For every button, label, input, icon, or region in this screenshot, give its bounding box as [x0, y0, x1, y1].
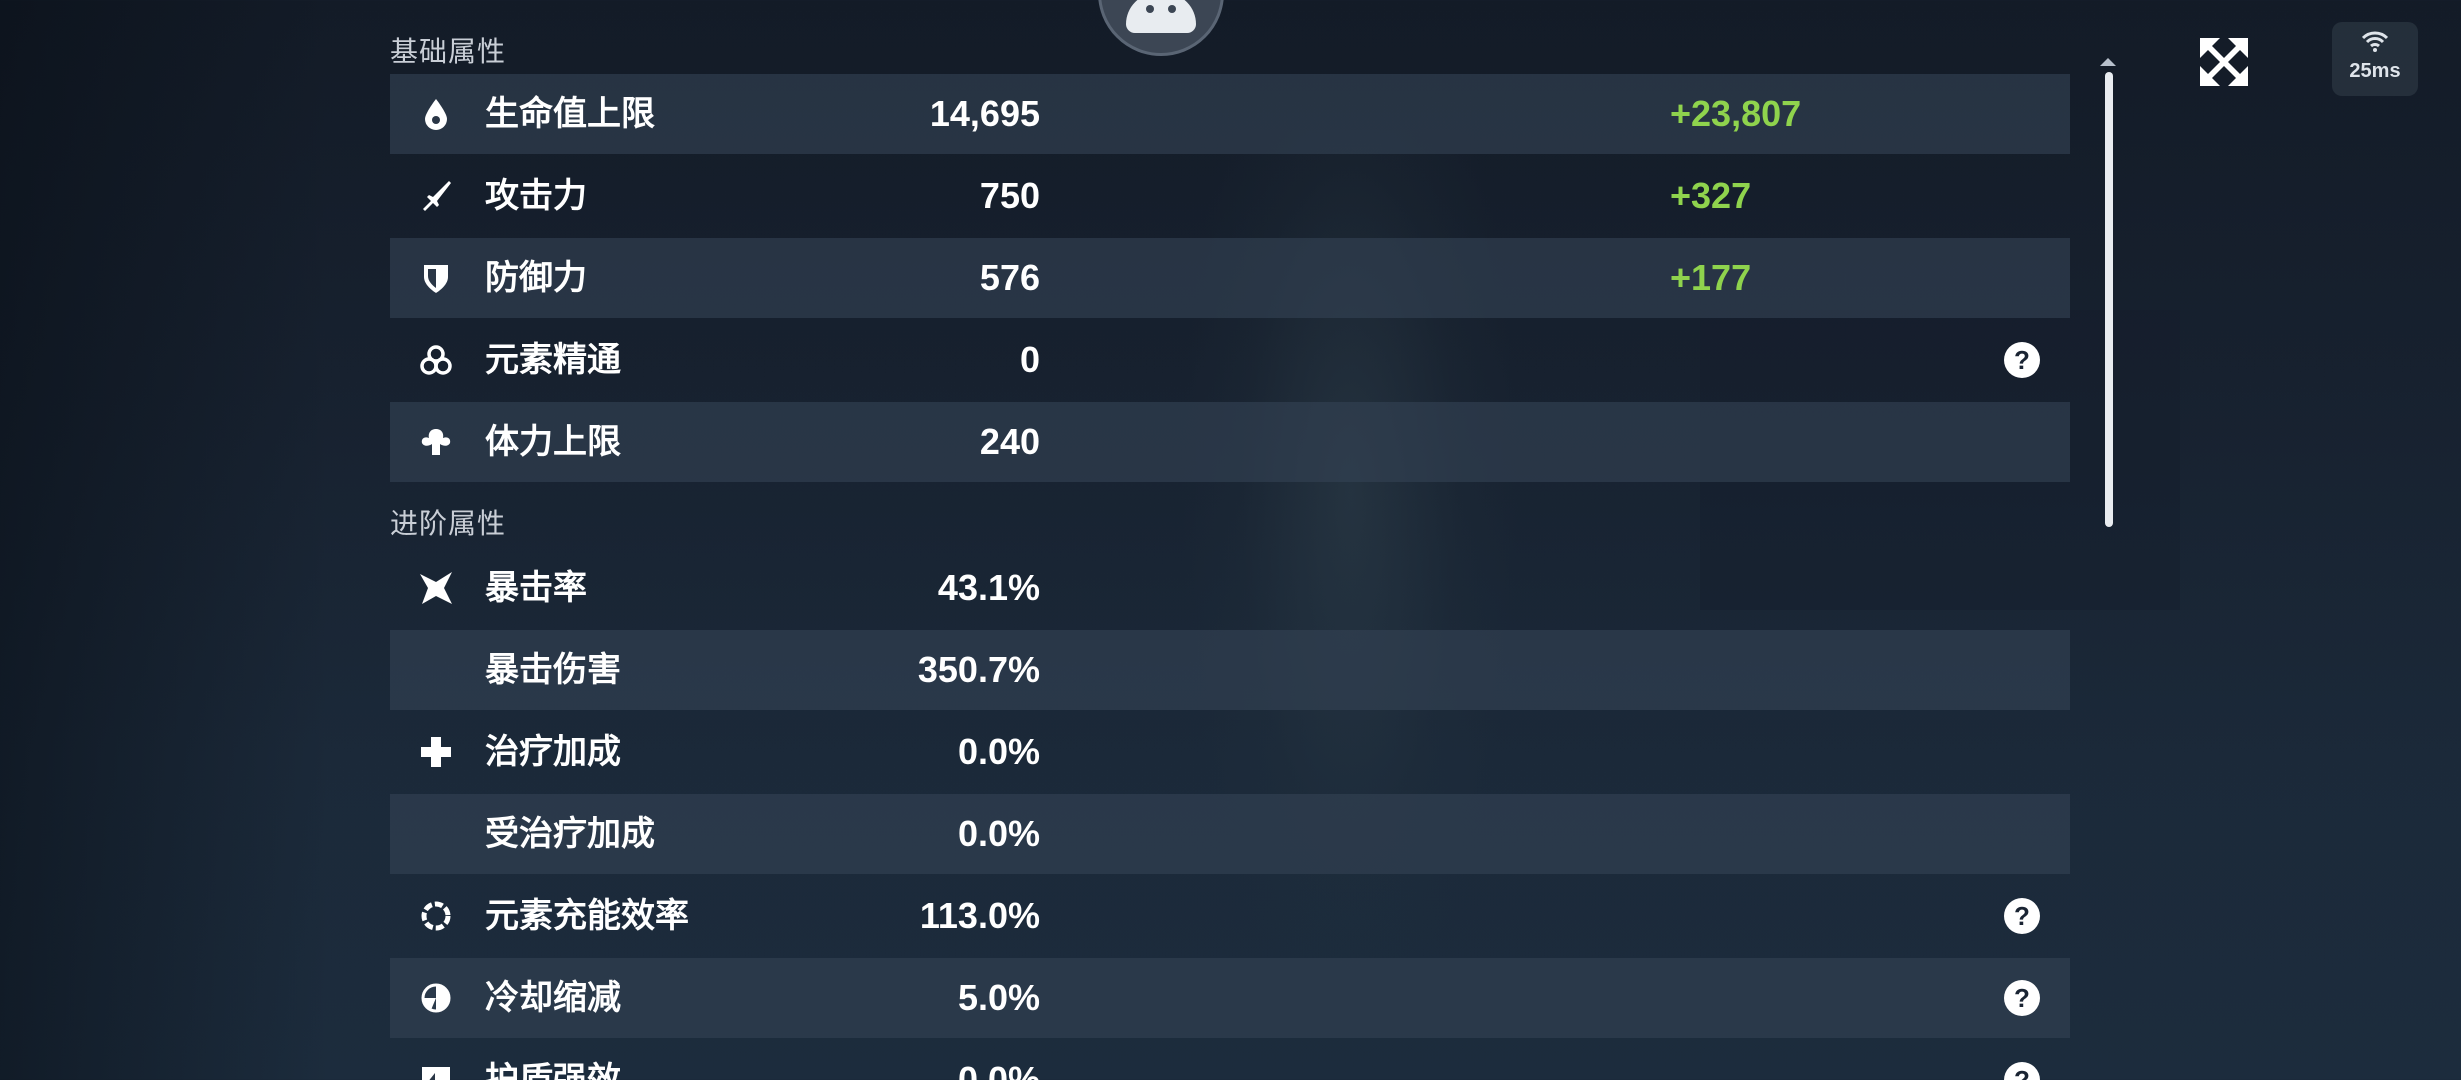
stat-bonus: +23,807	[1670, 93, 1802, 134]
stat-label: 受治疗加成	[485, 814, 655, 854]
stat-row-elemental-mastery: 元素精通 0 ?	[390, 320, 2070, 400]
shield-icon	[418, 260, 454, 296]
stat-value: 5.0%	[957, 977, 1040, 1018]
stamina-icon	[418, 424, 454, 460]
stat-label: 防御力	[485, 258, 587, 298]
stat-row-cd-reduction: 冷却缩减 5.0% ?	[390, 958, 2070, 1038]
stat-row-crit-rate: 暴击率 43.1%	[390, 548, 2070, 628]
stat-value: 750	[979, 175, 1040, 216]
stat-value: 0.0%	[957, 731, 1040, 772]
help-button[interactable]: ?	[2004, 980, 2040, 1016]
energy-recharge-icon	[418, 898, 454, 934]
stat-row-def: 防御力 576 +177	[390, 238, 2070, 318]
scroll-up-arrow-icon[interactable]	[2100, 58, 2116, 66]
help-button[interactable]: ?	[2004, 1062, 2040, 1080]
sword-icon	[418, 178, 454, 214]
stat-row-healing-bonus: 治疗加成 0.0%	[390, 712, 2070, 792]
stat-label: 元素精通	[485, 340, 621, 380]
stat-value: 113.0%	[919, 895, 1040, 936]
stat-label: 暴击伤害	[485, 650, 621, 690]
stat-value: 0	[1019, 339, 1040, 380]
stat-label: 元素充能效率	[485, 896, 689, 936]
stat-value: 43.1%	[937, 567, 1040, 608]
close-icon	[2200, 38, 2248, 86]
stat-label: 体力上限	[485, 422, 621, 462]
stat-label: 护盾强效	[485, 1060, 621, 1080]
advanced-attributes-title: 进阶属性	[390, 507, 507, 540]
stat-row-incoming-healing: 受治疗加成 0.0%	[390, 794, 2070, 874]
crit-rate-icon	[418, 570, 454, 606]
stat-row-max-hp: 生命值上限 14,695 +23,807	[390, 74, 2070, 154]
healing-cross-icon	[418, 734, 454, 770]
ping-value: 25ms	[2349, 60, 2401, 82]
stat-label: 生命值上限	[485, 94, 655, 134]
stat-value: 240	[979, 421, 1040, 462]
close-button[interactable]	[2192, 30, 2256, 94]
network-status-badge: 25ms	[2332, 22, 2418, 96]
shield-strength-icon	[418, 1062, 454, 1080]
scrollbar-thumb[interactable]	[2105, 72, 2113, 527]
stat-row-max-stamina: 体力上限 240	[390, 402, 2070, 482]
stat-value: 0.0%	[957, 1059, 1040, 1080]
background-left-sidebar	[0, 0, 330, 1080]
stat-value: 0.0%	[957, 813, 1040, 854]
stat-label: 冷却缩减	[485, 978, 621, 1018]
basic-attributes-title: 基础属性	[390, 35, 507, 68]
stat-bonus: +327	[1670, 175, 1752, 216]
paimon-menu-icon[interactable]	[1098, 0, 1224, 56]
stat-row-energy-recharge: 元素充能效率 113.0% ?	[390, 876, 2070, 956]
stat-row-crit-dmg: 暴击伤害 350.7%	[390, 630, 2070, 710]
stat-label: 攻击力	[485, 176, 587, 216]
stat-label: 治疗加成	[485, 732, 621, 772]
cooldown-icon	[418, 980, 454, 1016]
stat-row-shield-strength: 护盾强效 0.0% ?	[390, 1040, 2070, 1080]
stat-bonus: +177	[1670, 257, 1752, 298]
help-button[interactable]: ?	[2004, 342, 2040, 378]
hp-drop-icon	[418, 96, 454, 132]
stat-value: 576	[979, 257, 1040, 298]
stat-label: 暴击率	[485, 568, 587, 608]
wifi-icon	[2362, 31, 2388, 52]
stat-value: 350.7%	[917, 649, 1040, 690]
elemental-mastery-icon	[418, 342, 454, 378]
stat-value: 14,695	[929, 93, 1040, 134]
stat-row-atk: 攻击力 750 +327	[390, 156, 2070, 236]
help-button[interactable]: ?	[2004, 898, 2040, 934]
